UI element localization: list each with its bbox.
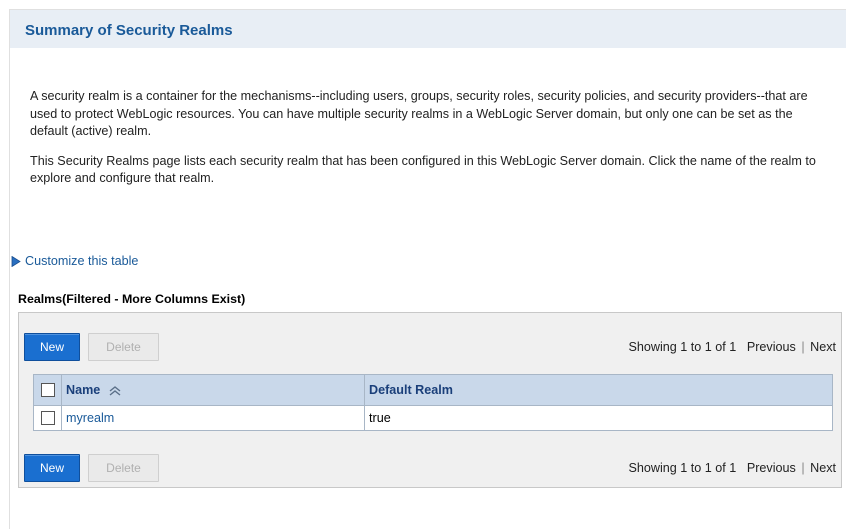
pager-bottom: Showing 1 to 1 of 1 Previous | Next: [628, 461, 836, 475]
table-row: myrealm true: [33, 405, 833, 431]
sort-ascending-icon[interactable]: [108, 385, 122, 396]
intro-paragraph-1: A security realm is a container for the …: [30, 89, 808, 138]
row-checkbox[interactable]: [40, 411, 55, 426]
table-header-row: Name Default Realm: [33, 374, 833, 406]
realms-table: Name Default Realm myrealm true: [33, 374, 833, 431]
next-link[interactable]: Next: [810, 340, 836, 354]
table-title: Realms(Filtered - More Columns Exist): [18, 292, 246, 306]
new-button-bottom[interactable]: New: [24, 454, 80, 482]
previous-link[interactable]: Previous: [747, 340, 796, 354]
showing-text: Showing 1 to 1 of 1: [628, 340, 737, 354]
intro-paragraph-2: This Security Realms page lists each sec…: [30, 153, 816, 186]
default-realm-cell: true: [364, 405, 833, 431]
intro-text: A security realm is a container for the …: [30, 88, 830, 200]
realm-name-cell: myrealm: [61, 405, 365, 431]
pager-separator: |: [801, 340, 805, 354]
table-toolbar-bottom: New Delete Showing 1 to 1 of 1 Previous …: [24, 453, 836, 483]
customize-table-link[interactable]: Customize this table: [11, 254, 138, 268]
delete-button-bottom[interactable]: Delete: [88, 454, 159, 482]
select-all-cell: [33, 374, 62, 406]
page-title: Summary of Security Realms: [25, 22, 233, 39]
column-header-name[interactable]: Name: [61, 374, 365, 406]
row-select-cell: [33, 405, 62, 431]
customize-label: Customize this table: [25, 254, 139, 268]
next-link[interactable]: Next: [810, 461, 836, 475]
table-toolbar-top: New Delete Showing 1 to 1 of 1 Previous …: [24, 332, 836, 362]
showing-text: Showing 1 to 1 of 1: [628, 461, 737, 475]
pager-separator: |: [801, 461, 805, 475]
new-button-top[interactable]: New: [24, 333, 80, 361]
delete-button-top[interactable]: Delete: [88, 333, 159, 361]
previous-link[interactable]: Previous: [747, 461, 796, 475]
select-all-checkbox[interactable]: [40, 383, 55, 398]
title-bar: Summary of Security Realms: [10, 10, 846, 48]
pager-top: Showing 1 to 1 of 1 Previous | Next: [628, 340, 836, 354]
column-header-default-realm: Default Realm: [364, 374, 833, 406]
realm-name-link[interactable]: myrealm: [66, 411, 114, 425]
triangle-right-icon: [11, 255, 21, 267]
